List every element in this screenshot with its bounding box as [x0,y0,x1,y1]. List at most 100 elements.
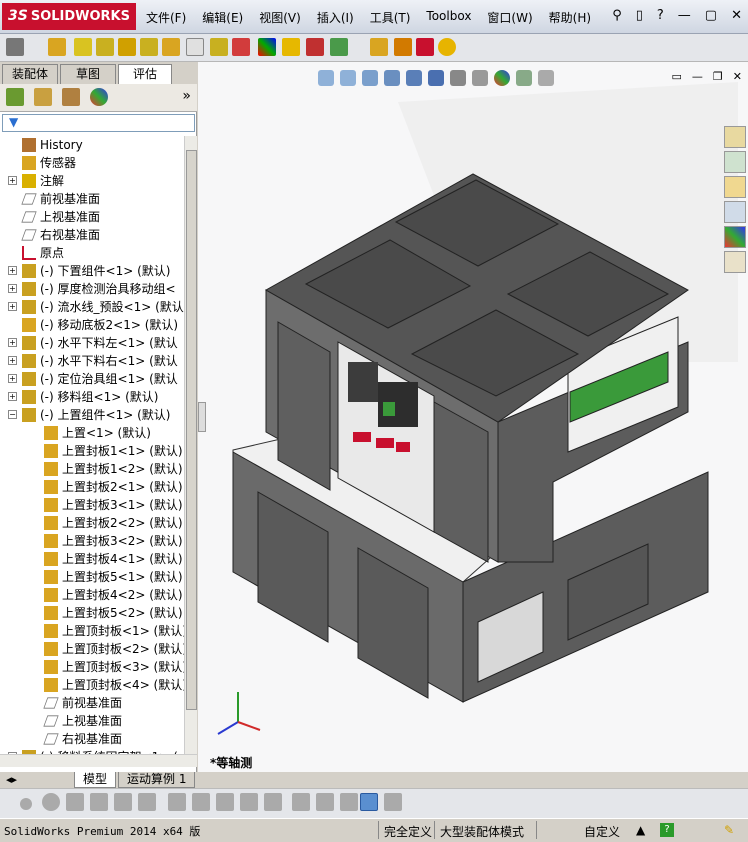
polygon-icon[interactable] [90,793,108,811]
tree-item[interactable]: + (-) 厚度检测治具移动组< [0,280,184,298]
feature-tree-icon[interactable] [6,88,24,106]
wrench-icon[interactable] [6,38,24,56]
tree-item[interactable]: 上置顶封板<3> (默认) [0,658,184,676]
show-hidden-icon[interactable] [186,38,204,56]
design-library-icon[interactable] [724,151,746,173]
extend-icon[interactable] [138,793,156,811]
linear-pattern-icon[interactable] [118,38,136,56]
chamfer-icon[interactable] [240,793,258,811]
point-icon[interactable] [20,798,32,810]
property-manager-icon[interactable] [34,88,52,106]
new-document-icon[interactable]: ▯ [636,8,643,23]
tree-item[interactable]: 上视基准面 [0,712,184,730]
insert-component-icon[interactable] [48,38,66,56]
tree-item[interactable]: + (-) 移料组<1> (默认) [0,388,184,406]
tree-item[interactable]: 上置<1> (默认) [0,424,184,442]
tree-item[interactable]: + 注解 [0,172,184,190]
large-assembly-icon[interactable] [438,38,456,56]
configuration-manager-icon[interactable] [62,88,80,106]
tab-motion-study[interactable]: 运动算例 1 [118,772,196,788]
panel-collapse-handle[interactable] [198,402,206,432]
tree-item[interactable]: 上置封板3<2> (默认) [0,532,184,550]
take-snapshot-icon[interactable] [416,38,434,56]
tree-item[interactable]: 上置封板3<1> (默认) [0,496,184,514]
units-up-icon[interactable]: ▲ [636,823,645,837]
tree-item[interactable]: 上置封板1<1> (默认) [0,442,184,460]
graphics-area[interactable]: ▭ — ❐ ✕ *等轴测 [198,62,748,772]
new-motion-study-icon[interactable] [282,38,300,56]
expand-icon[interactable]: + [8,302,17,311]
help-button[interactable]: ? [657,8,664,23]
tree-item[interactable]: + (-) 流水线_预設<1> (默认 [0,298,184,316]
dimension-icon[interactable] [292,793,310,811]
tree-item[interactable]: 原点 [0,244,184,262]
scrollbar-thumb[interactable] [186,150,197,710]
3d-sketch-icon[interactable] [360,793,378,811]
line-icon[interactable] [66,793,84,811]
tree-item[interactable]: 上置封板4<2> (默认) [0,586,184,604]
expand-icon[interactable]: + [8,338,17,347]
smart-fasteners-icon[interactable] [140,38,158,56]
tree-horizontal-scrollbar[interactable] [0,754,197,767]
expand-panel-icon[interactable]: » [182,88,191,104]
reference-geometry-icon[interactable] [232,38,250,56]
tree-item[interactable]: 上置顶封板<4> (默认) [0,676,184,694]
expand-icon[interactable]: + [8,374,17,383]
expand-icon[interactable]: + [8,284,17,293]
tree-item[interactable]: History [0,136,184,154]
mirror-icon[interactable] [192,793,210,811]
tree-item[interactable]: 传感器 [0,154,184,172]
appearances-icon[interactable] [724,226,746,248]
bill-of-materials-icon[interactable] [306,38,324,56]
tree-item[interactable]: + (-) 水平下料右<1> (默认 [0,352,184,370]
menu-tools[interactable]: 工具(T) [370,9,411,26]
tree-item[interactable]: (-) 移动底板2<1> (默认) [0,316,184,334]
circle-icon[interactable] [42,793,60,811]
tree-item[interactable]: 上置封板2<2> (默认) [0,514,184,532]
tab-assembly[interactable]: 装配体 [2,64,58,84]
rectangle-icon[interactable] [264,793,282,811]
fillet-icon[interactable] [216,793,234,811]
speedpak-icon[interactable] [394,38,412,56]
tree-item[interactable]: 上视基准面 [0,208,184,226]
offset-icon[interactable] [168,793,186,811]
coordinate-system-icon[interactable] [384,793,402,811]
pencil-icon[interactable]: ✎ [724,823,734,837]
maximize-button[interactable]: ▢ [705,8,717,23]
scroll-tabs-icon[interactable]: ◂▸ [6,773,17,786]
tree-item[interactable]: 右视基准面 [0,730,184,748]
pin-icon[interactable]: ⚲ [612,8,622,23]
tree-item[interactable]: 前视基准面 [0,190,184,208]
status-help-icon[interactable]: ? [660,823,674,837]
menu-window[interactable]: 窗口(W) [487,9,532,26]
model-view[interactable] [198,62,748,772]
tree-item[interactable]: 右视基准面 [0,226,184,244]
tree-item[interactable]: + (-) 定位治具组<1> (默认 [0,370,184,388]
tab-evaluate[interactable]: 评估 [118,64,172,84]
assembly-features-icon[interactable] [210,38,228,56]
menu-file[interactable]: 文件(F) [146,9,186,26]
tree-item[interactable]: − (-) 上置组件<1> (默认) [0,406,184,424]
menu-view[interactable]: 视图(V) [259,9,301,26]
menu-toolbox[interactable]: Toolbox [426,9,471,26]
solidworks-logo[interactable]: 3S SOLIDWORKS [2,3,136,30]
collapse-icon[interactable]: − [8,410,17,419]
tree-item[interactable]: 前视基准面 [0,694,184,712]
tree-item[interactable]: 上置顶封板<1> (默认) [0,622,184,640]
menu-insert[interactable]: 插入(I) [317,9,354,26]
custom-properties-icon[interactable] [724,251,746,273]
menu-edit[interactable]: 编辑(E) [202,9,243,26]
status-large-assembly-mode[interactable]: 大型装配体模式 [440,823,524,840]
tree-item[interactable]: 上置封板4<1> (默认) [0,550,184,568]
move-component-icon[interactable] [162,38,180,56]
view-palette-icon[interactable] [724,201,746,223]
expand-icon[interactable]: + [8,176,17,185]
file-explorer-icon[interactable] [724,176,746,198]
grid-icon[interactable] [316,793,334,811]
expand-icon[interactable]: + [8,392,17,401]
tab-model[interactable]: 模型 [74,772,117,788]
status-units[interactable]: 自定义 [584,823,620,840]
tree-item[interactable]: 上置封板2<1> (默认) [0,478,184,496]
tree-item[interactable]: 上置封板1<2> (默认) [0,460,184,478]
home-icon[interactable] [724,126,746,148]
